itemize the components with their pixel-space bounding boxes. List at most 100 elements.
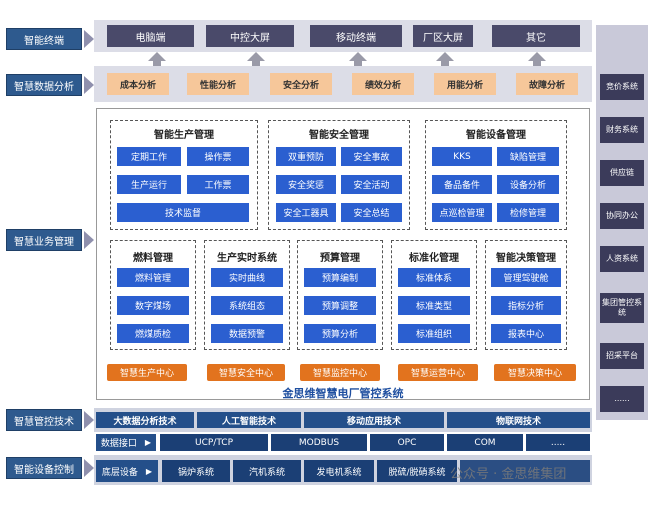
module-defect: 缺陷管理 [497, 147, 559, 166]
tech-ai: 人工智能技术 [197, 412, 301, 428]
right-item-office: 协同办公 [600, 203, 644, 229]
module-budget-adjust: 预算调整 [304, 296, 376, 315]
device-label-text: 底层设备 [101, 467, 138, 478]
tech-big-data: 大数据分析技术 [96, 412, 194, 428]
module-realtime-curve: 实时曲线 [211, 268, 283, 287]
module-standard-system: 标准体系 [398, 268, 470, 287]
module-data-warning: 数据预警 [211, 324, 283, 343]
play-icon: ▶ [144, 438, 152, 447]
module-cockpit: 管理驾驶舱 [491, 268, 561, 287]
terminal-other: 其它 [492, 25, 580, 47]
device-desulfurization: 脱硫/脱硝系统 [377, 460, 457, 482]
module-safety-reward: 安全奖惩 [276, 175, 336, 194]
terminal-mobile: 移动终端 [310, 25, 402, 47]
group-title: 生产实时系统 [217, 253, 277, 264]
module-kks: KKS [432, 147, 492, 166]
module-production-run: 生产运行 [117, 175, 181, 194]
module-safety-accident: 安全事故 [341, 147, 402, 166]
protocol-label: 数据接口 ▶ [96, 434, 156, 451]
protocol-label-text: 数据接口 [100, 439, 137, 449]
side-label-device: 智能设备控制 [6, 457, 82, 479]
center-production: 智慧生产中心 [107, 364, 187, 381]
module-tech-supervision: 技术监督 [117, 203, 249, 222]
module-work-ticket: 工作票 [187, 175, 249, 194]
arrow-right-icon [84, 411, 94, 429]
group-title: 智能设备管理 [466, 130, 526, 141]
terminal-plant-screen: 厂区大屏 [413, 25, 473, 47]
watermark: 公众号 · 金思维集团 [450, 467, 567, 482]
right-item-procurement: 招采平台 [600, 343, 644, 369]
module-fuel: 燃料管理 [117, 268, 189, 287]
module-report-center: 报表中心 [491, 324, 561, 343]
module-system-config: 系统组态 [211, 296, 283, 315]
protocol-opc: OPC [370, 434, 444, 451]
module-maintenance: 检修管理 [497, 203, 559, 222]
side-label-terminal: 智能终端 [6, 28, 82, 50]
right-item-hr: 人资系统 [600, 246, 644, 272]
module-digital-coal-yard: 数字煤场 [117, 296, 189, 315]
device-boiler: 锅炉系统 [162, 460, 230, 482]
center-operation: 智慧运营中心 [398, 364, 478, 381]
group-title: 标准化管理 [409, 253, 459, 264]
analysis-performance: 性能分析 [187, 73, 249, 95]
module-indicator-analysis: 指标分析 [491, 296, 561, 315]
group-title: 智能安全管理 [309, 130, 369, 141]
group-title: 智能决策管理 [496, 253, 556, 264]
module-safety-tools: 安全工器具 [276, 203, 336, 222]
module-budget-plan: 预算编制 [304, 268, 376, 287]
module-double-prevention: 双重预防 [276, 147, 336, 166]
device-generator: 发电机系统 [304, 460, 374, 482]
module-regular-work: 定期工作 [117, 147, 181, 166]
system-title: 金思维智慧电厂管控系统 [282, 387, 404, 400]
module-safety-summary: 安全总结 [341, 203, 402, 222]
right-item-group-control: 集团管控系统 [600, 293, 644, 323]
terminal-pc: 电脑端 [107, 25, 194, 47]
module-operation-ticket: 操作票 [187, 147, 249, 166]
module-coal-quality: 燃煤质检 [117, 324, 189, 343]
arrow-up-icon [349, 52, 367, 61]
protocol-more: ..... [526, 434, 590, 451]
module-equipment-analysis: 设备分析 [497, 175, 559, 194]
module-patrol: 点巡检管理 [432, 203, 492, 222]
module-standard-type: 标准类型 [398, 296, 470, 315]
arrow-right-icon [84, 231, 94, 249]
analysis-kpi: 绩效分析 [352, 73, 414, 95]
terminal-control-screen: 中控大屏 [206, 25, 294, 47]
right-item-supply-chain: 供应链 [600, 160, 644, 186]
arrow-right-icon [84, 76, 94, 94]
center-monitoring: 智慧监控中心 [300, 364, 380, 381]
play-icon: ▶ [145, 466, 153, 476]
analysis-fault: 故障分析 [516, 73, 578, 95]
analysis-cost: 成本分析 [107, 73, 169, 95]
arrow-right-icon [84, 459, 94, 477]
protocol-com: COM [447, 434, 523, 451]
center-decision: 智慧决策中心 [494, 364, 576, 381]
side-label-tech: 智慧管控技术 [6, 409, 82, 431]
side-label-business: 智慧业务管理 [6, 229, 82, 251]
device-turbine: 汽机系统 [233, 460, 301, 482]
arrow-up-icon [148, 52, 166, 61]
right-item-bidding: 竞价系统 [600, 74, 644, 100]
group-title: 燃料管理 [133, 253, 173, 264]
group-title: 智能生产管理 [154, 130, 214, 141]
arrow-up-icon [436, 52, 454, 61]
protocol-modbus: MODBUS [271, 434, 367, 451]
arrow-up-icon [247, 52, 265, 61]
module-safety-activity: 安全活动 [341, 175, 402, 194]
module-standard-org: 标准组织 [398, 324, 470, 343]
side-label-analysis: 智慧数据分析 [6, 74, 82, 96]
device-label: 底层设备 ▶ [96, 460, 158, 482]
group-title: 预算管理 [320, 253, 360, 264]
right-item-finance: 财务系统 [600, 117, 644, 143]
right-item-more: ...... [600, 386, 644, 412]
arrow-up-icon [528, 52, 546, 61]
module-spare-parts: 备品备件 [432, 175, 492, 194]
module-budget-analysis: 预算分析 [304, 324, 376, 343]
tech-iot: 物联网技术 [447, 412, 590, 428]
tech-mobile: 移动应用技术 [304, 412, 444, 428]
analysis-energy: 用能分析 [434, 73, 496, 95]
analysis-safety: 安全分析 [270, 73, 332, 95]
center-safety: 智慧安全中心 [207, 364, 285, 381]
arrow-right-icon [84, 30, 94, 48]
protocol-ucp-tcp: UCP/TCP [160, 434, 268, 451]
